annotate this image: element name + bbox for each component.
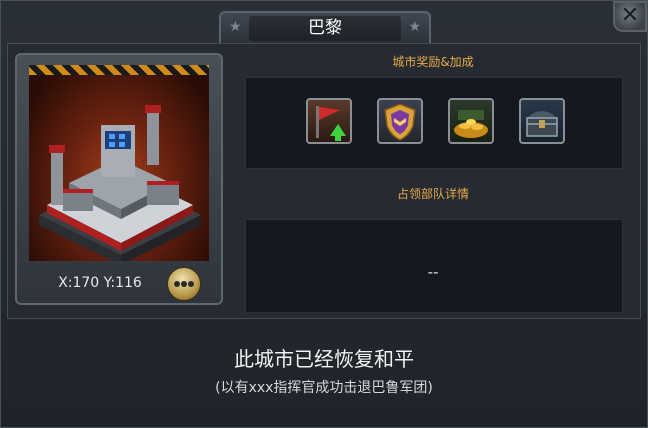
city-building-image: [29, 65, 209, 261]
close-button[interactable]: ✕: [613, 1, 647, 32]
city-image-frame: X:170 Y:116: [15, 53, 223, 305]
status-sub: (以有xxx指挥官成功击退巴鲁军团): [215, 380, 433, 396]
star-icon: ★: [229, 19, 242, 35]
fortress-illustration: [39, 105, 201, 261]
troops-label: 占领部队详情: [396, 187, 469, 201]
close-icon: ✕: [620, 3, 640, 28]
troops-value: --: [427, 263, 439, 281]
status-main: 此城市已经恢复和平: [234, 347, 414, 371]
dot-icon: [188, 281, 194, 287]
hazard-stripe: [29, 65, 209, 75]
dot-icon: [174, 281, 180, 287]
dot-icon: [181, 281, 187, 287]
star-icon: ★: [408, 19, 421, 35]
gold-treasure-pile-icon[interactable]: [448, 98, 494, 144]
rewards-label: 城市奖励&加成: [392, 55, 474, 69]
purple-shield-medal-icon[interactable]: [377, 98, 423, 144]
window-title: 巴黎: [249, 16, 401, 41]
city-coordinates: X:170 Y:116: [58, 275, 142, 291]
status-area: 此城市已经恢复和平 (以有xxx指挥官成功击退巴鲁军团): [7, 323, 641, 423]
title-tab: ★ 巴黎 ★: [219, 11, 431, 43]
city-info-window: ★ 巴黎 ★ ✕ X:170 Y:116 城市奖励&加成 占领部队详情 -- 此…: [0, 0, 648, 428]
flag-upgrade-icon[interactable]: [306, 98, 352, 144]
treasure-chest-icon[interactable]: [519, 98, 565, 144]
rewards-box: [245, 77, 623, 169]
more-options-button[interactable]: [167, 267, 201, 301]
